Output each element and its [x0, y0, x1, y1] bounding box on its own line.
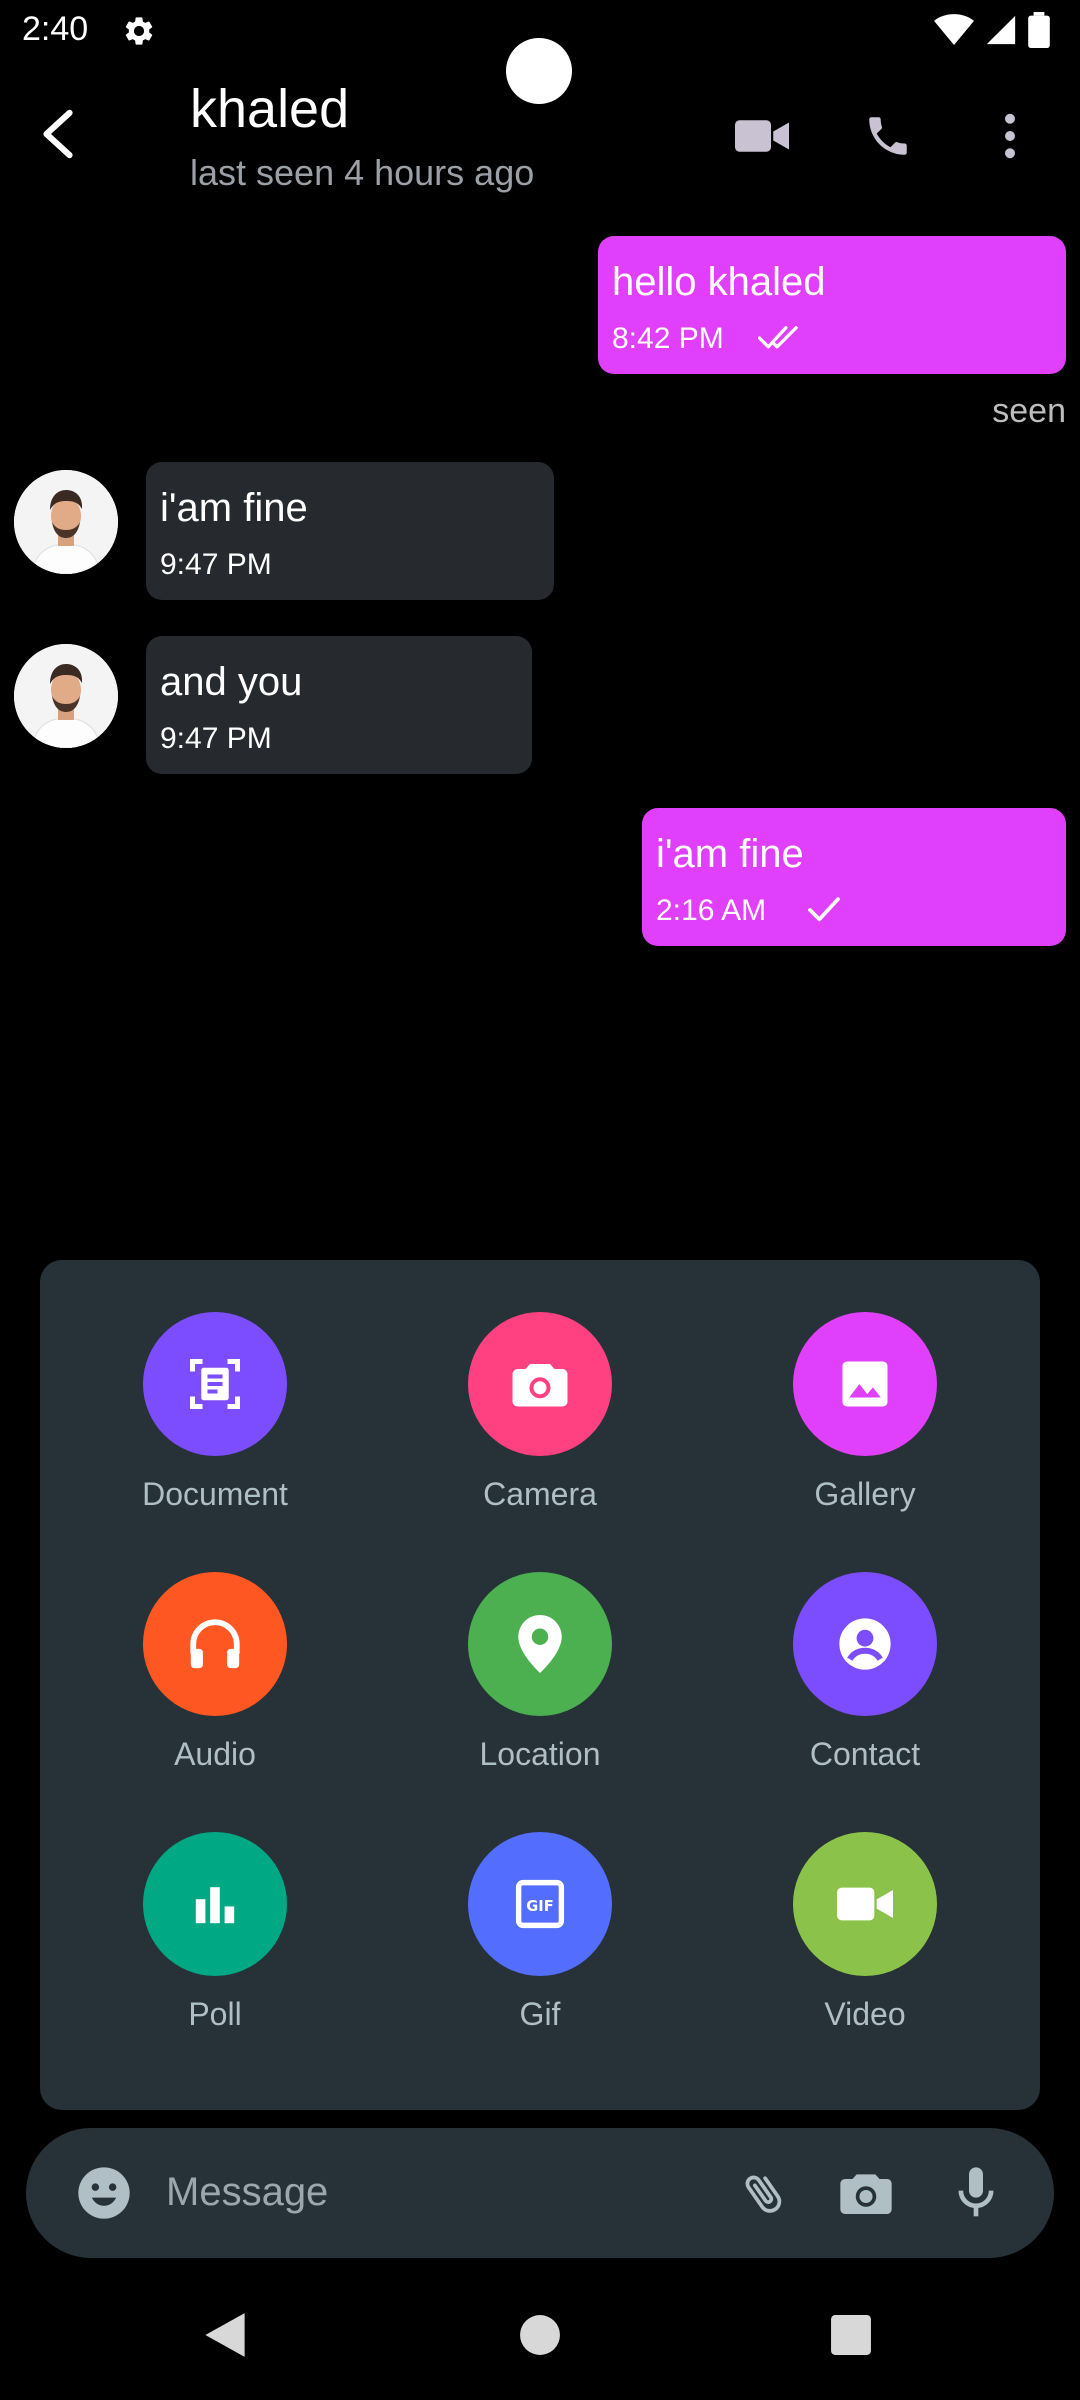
message-text: i'am fine [656, 832, 804, 876]
voice-call-button[interactable] [858, 106, 918, 166]
message-time: 8:42 PM [612, 322, 724, 355]
microphone-icon[interactable] [944, 2161, 1008, 2225]
check-icon [806, 896, 842, 924]
attach-camera-button[interactable]: Camera [430, 1312, 650, 1552]
more-options-icon[interactable] [980, 106, 1040, 166]
camera-icon[interactable] [834, 2161, 898, 2225]
attach-label: Camera [483, 1476, 597, 1512]
attach-label: Gallery [814, 1476, 916, 1512]
nav-back-icon[interactable] [190, 2300, 260, 2370]
attach-label: Document [142, 1476, 288, 1512]
nav-recents-icon[interactable] [816, 2300, 886, 2370]
message-time: 2:16 AM [656, 894, 767, 927]
status-icons [934, 12, 1050, 48]
message-time: 9:47 PM [160, 548, 272, 581]
attach-gif-button[interactable]: GIF Gif [430, 1832, 650, 2072]
attachment-panel: Document Camera Gallery Audio Location C… [40, 1260, 1040, 2110]
settings-gear-icon [122, 14, 156, 48]
outgoing-message[interactable]: i'am fine 2:16 AM [642, 808, 1066, 946]
attach-label: Video [824, 1996, 906, 2032]
camera-icon [468, 1312, 612, 1456]
location-pin-icon [468, 1572, 612, 1716]
nav-home-icon[interactable] [505, 2300, 575, 2370]
battery-icon [1028, 12, 1050, 48]
back-button[interactable] [28, 104, 88, 164]
avatar[interactable] [14, 470, 118, 574]
message-text: and you [160, 660, 303, 704]
attach-label: Poll [188, 1996, 242, 2032]
attach-poll-button[interactable]: Poll [105, 1832, 325, 2072]
attach-paperclip-icon[interactable] [732, 2161, 796, 2225]
double-check-icon [758, 324, 802, 352]
message-text: i'am fine [160, 486, 308, 530]
status-time: 2:40 [22, 10, 89, 48]
document-icon [143, 1312, 287, 1456]
attach-label: Location [479, 1736, 601, 1772]
headphones-icon [143, 1572, 287, 1716]
signal-icon [984, 13, 1018, 47]
contact-icon [793, 1572, 937, 1716]
attach-document-button[interactable]: Document [105, 1312, 325, 1552]
attach-video-button[interactable]: Video [755, 1832, 975, 2072]
attach-contact-button[interactable]: Contact [755, 1572, 975, 1812]
attach-audio-button[interactable]: Audio [105, 1572, 325, 1812]
svg-text:GIF: GIF [526, 1898, 553, 1915]
front-camera-cutout [506, 38, 572, 104]
message-input-bar: Message [26, 2128, 1054, 2258]
attach-label: Contact [809, 1736, 921, 1772]
wifi-icon [934, 13, 974, 47]
message-time: 9:47 PM [160, 722, 272, 755]
incoming-message[interactable]: and you 9:47 PM [146, 636, 532, 774]
poll-icon [143, 1832, 287, 1976]
attach-gallery-button[interactable]: Gallery [755, 1312, 975, 1552]
attach-label: Audio [174, 1736, 256, 1772]
attach-label: Gif [519, 1996, 561, 2032]
attach-location-button[interactable]: Location [430, 1572, 650, 1812]
message-input[interactable]: Message [166, 2170, 328, 2215]
gif-icon: GIF [468, 1832, 612, 1976]
emoji-icon[interactable] [72, 2161, 136, 2225]
video-call-button[interactable] [732, 106, 792, 166]
last-seen-status: last seen 4 hours ago [190, 152, 535, 193]
seen-label: seen [992, 392, 1066, 430]
incoming-message[interactable]: i'am fine 9:47 PM [146, 462, 554, 600]
outgoing-message[interactable]: hello khaled 8:42 PM [598, 236, 1066, 374]
avatar[interactable] [14, 644, 118, 748]
gallery-icon [793, 1312, 937, 1456]
video-icon [793, 1832, 937, 1976]
contact-name[interactable]: khaled [190, 78, 349, 140]
message-text: hello khaled [612, 260, 826, 304]
